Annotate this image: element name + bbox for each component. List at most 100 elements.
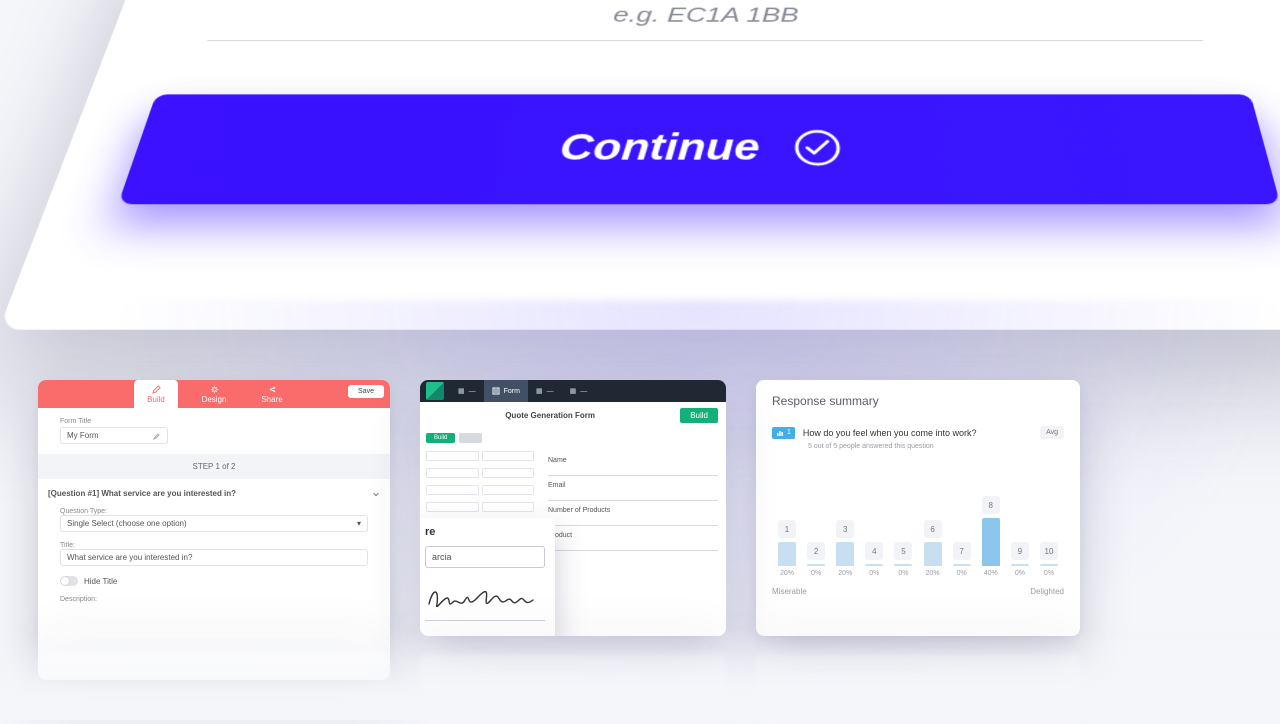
- palette-item[interactable]: [482, 468, 535, 478]
- check-circle-icon: [792, 128, 844, 168]
- rating-bar: [982, 518, 1000, 566]
- bar-chart-icon: [776, 429, 784, 437]
- share-icon: [268, 385, 277, 394]
- continue-button[interactable]: Continue: [118, 94, 1280, 204]
- title-value: What service are you interested in?: [67, 553, 192, 562]
- palette-item[interactable]: [426, 451, 479, 461]
- form-title-row: Quote Generation Form Build: [420, 402, 726, 429]
- question-number-badge: 1: [772, 427, 795, 439]
- rating-bar: [865, 564, 883, 566]
- scale-high: Delighted: [1030, 587, 1064, 596]
- palette-item[interactable]: [482, 502, 535, 512]
- save-label: Save: [358, 388, 374, 395]
- rating-column[interactable]: 5: [892, 542, 914, 566]
- email-input[interactable]: [548, 491, 718, 501]
- response-summary-card: Response summary 1 How do you feel when …: [756, 380, 1080, 636]
- handwritten-signature: [425, 578, 545, 614]
- topbar-tab-3[interactable]: ▦—: [528, 380, 562, 402]
- signature-overlay-card: re arcia: [420, 518, 555, 636]
- edit-icon: [153, 432, 161, 440]
- rating-bar: [778, 542, 796, 566]
- rating-column[interactable]: 10: [1038, 542, 1060, 566]
- response-count: 5 out of 5 people answered this question: [808, 443, 1064, 450]
- signature-name-input[interactable]: arcia: [425, 546, 545, 568]
- topbar-tab-4[interactable]: ▦—: [562, 380, 596, 402]
- accordion-title: [Question #1] What service are you inter…: [48, 489, 236, 498]
- dark-topbar: ▦— Form ▦— ▦—: [420, 380, 726, 402]
- state-chips: Build: [420, 429, 726, 447]
- rating-number: 3: [836, 520, 854, 538]
- field-label-num-products: Number of Products: [548, 507, 718, 514]
- rating-bar: [894, 564, 912, 566]
- rating-number: 10: [1040, 542, 1058, 560]
- step-label: STEP 1 of 2: [193, 462, 236, 471]
- rating-number: 2: [807, 542, 825, 560]
- chip-gray[interactable]: [459, 433, 482, 443]
- tab-build[interactable]: Build: [134, 380, 178, 408]
- postcode-placeholder: e.g. EC1A 1BB: [612, 3, 799, 27]
- tab-build-label: Build: [147, 395, 165, 404]
- num-products-input[interactable]: [548, 516, 718, 526]
- rating-bar: [836, 542, 854, 566]
- app-logo: [426, 382, 444, 400]
- rating-column[interactable]: 2: [805, 542, 827, 566]
- rating-column[interactable]: 9: [1009, 542, 1031, 566]
- tab-share[interactable]: Share: [250, 380, 294, 408]
- scale-low: Miserable: [772, 587, 807, 596]
- chip-build[interactable]: Build: [426, 433, 455, 443]
- rating-bar: [924, 542, 942, 566]
- tab-share-label: Share: [261, 395, 282, 404]
- avg-label: Avg: [1046, 429, 1058, 436]
- showcase-cards-row: Build Design Share Save Form Title My Fo…: [38, 380, 1238, 680]
- signature-rule: [425, 620, 545, 621]
- signature-name-value: arcia: [432, 552, 452, 562]
- topbar-tab-form[interactable]: Form: [484, 380, 528, 402]
- palette-item[interactable]: [426, 485, 479, 495]
- bar-percent-label: 40%: [980, 570, 1002, 577]
- rating-bar: [953, 564, 971, 566]
- pencil-icon: [152, 385, 161, 394]
- tab-design[interactable]: Design: [192, 380, 236, 408]
- palette-item[interactable]: [426, 468, 479, 478]
- form-title-input[interactable]: My Form: [60, 427, 168, 444]
- rating-column[interactable]: 6: [922, 520, 944, 566]
- builder-red-card: Build Design Share Save Form Title My Fo…: [38, 380, 390, 680]
- rating-column[interactable]: 8: [980, 496, 1002, 566]
- qtype-select[interactable]: Single Select (choose one option) ▾: [60, 515, 368, 532]
- product-input[interactable]: [548, 541, 718, 551]
- save-button[interactable]: Save: [348, 385, 384, 398]
- topbar-tab-1[interactable]: ▦—: [450, 380, 484, 402]
- hero-postcode-input[interactable]: e.g. EC1A 1BB: [207, 3, 1203, 41]
- tab-design-label: Design: [202, 395, 227, 404]
- qtype-label: Question Type:: [60, 508, 368, 515]
- chevron-down-icon: [372, 490, 380, 498]
- rating-number: 9: [1011, 542, 1029, 560]
- chip-label: Build: [434, 435, 447, 441]
- rating-number: 6: [924, 520, 942, 538]
- build-button[interactable]: Build: [680, 408, 718, 423]
- rating-bar-chart: 123456789 10: [772, 470, 1064, 566]
- rating-column[interactable]: 7: [951, 542, 973, 566]
- name-input[interactable]: [548, 466, 718, 476]
- title-input[interactable]: What service are you interested in?: [60, 549, 368, 566]
- form-title-label: Form Title: [60, 418, 368, 425]
- avg-toggle[interactable]: Avg: [1040, 426, 1064, 439]
- build-label: Build: [690, 411, 708, 420]
- hide-title-toggle[interactable]: Hide Title: [60, 576, 368, 586]
- rating-column[interactable]: 3: [834, 520, 856, 566]
- rating-bar: [1040, 564, 1058, 566]
- rating-column[interactable]: 1: [776, 520, 798, 566]
- palette-item[interactable]: [426, 502, 479, 512]
- rating-bar: [1011, 564, 1029, 566]
- bar-percent-label: 20%: [922, 570, 944, 577]
- palette-item[interactable]: [482, 485, 535, 495]
- palette-item[interactable]: [482, 451, 535, 461]
- summary-title: Response summary: [772, 394, 1064, 408]
- bar-percent-label: 0%: [805, 570, 827, 577]
- chevron-down-icon: ▾: [357, 519, 361, 528]
- rating-column[interactable]: 4: [863, 542, 885, 566]
- field-label-email: Email: [548, 482, 718, 489]
- question-accordion[interactable]: [Question #1] What service are you inter…: [38, 489, 390, 498]
- step-indicator[interactable]: STEP 1 of 2: [38, 454, 390, 479]
- builder-tabbar: Build Design Share Save: [38, 380, 390, 408]
